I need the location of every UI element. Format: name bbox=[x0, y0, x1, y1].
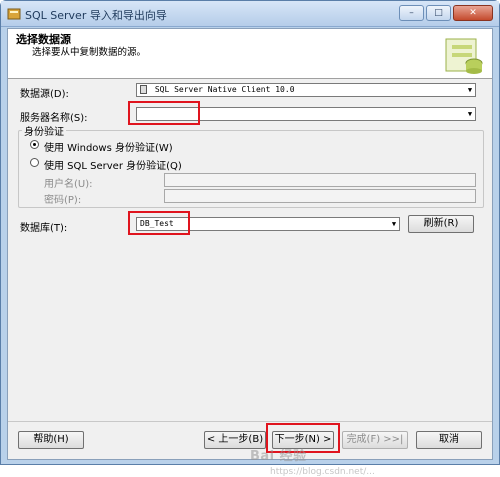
title-bar: SQL Server 导入和导出向导 – □ ✕ bbox=[1, 1, 499, 27]
database-value: DB_Test bbox=[140, 219, 174, 228]
datasource-icon bbox=[140, 85, 147, 94]
refresh-button[interactable]: 刷新(R) bbox=[408, 215, 474, 233]
auth-windows-radio[interactable] bbox=[30, 140, 39, 149]
username-input[interactable] bbox=[164, 173, 476, 187]
page-header: 选择数据源 选择要从中复制数据的源。 bbox=[8, 29, 492, 79]
auth-windows-label[interactable]: 使用 Windows 身份验证(W) bbox=[44, 139, 173, 154]
server-name-input[interactable]: ▼ bbox=[136, 107, 476, 121]
password-input[interactable] bbox=[164, 189, 476, 203]
datasource-select[interactable]: SQL Server Native Client 10.0 ▼ bbox=[136, 83, 476, 97]
auth-group-label: 身份验证 bbox=[22, 123, 66, 138]
cancel-button[interactable]: 取消 bbox=[416, 431, 482, 449]
auth-sql-label[interactable]: 使用 SQL Server 身份验证(Q) bbox=[44, 157, 182, 172]
auth-sql-radio[interactable] bbox=[30, 158, 39, 167]
chevron-down-icon[interactable]: ▼ bbox=[389, 218, 399, 230]
wizard-window: SQL Server 导入和导出向导 – □ ✕ 选择数据源 选择要从中复制数据… bbox=[0, 0, 500, 477]
watermark-url: https://blog.csdn.net/... bbox=[270, 467, 375, 477]
server-name-label: 服务器名称(S): bbox=[20, 113, 88, 124]
footer-divider bbox=[8, 421, 492, 422]
database-select[interactable]: DB_Test ▼ bbox=[136, 217, 400, 231]
chevron-down-icon[interactable]: ▼ bbox=[465, 84, 475, 96]
maximize-button[interactable]: □ bbox=[426, 5, 451, 21]
datasource-value: SQL Server Native Client 10.0 bbox=[154, 85, 295, 94]
username-label: 用户名(U): bbox=[44, 179, 93, 190]
watermark-brand: Bai 经验 bbox=[250, 449, 307, 464]
datasource-label: 数据源(D): bbox=[20, 89, 69, 100]
wizard-body: 选择数据源 选择要从中复制数据的源。 数据源(D): SQL Server Na… bbox=[7, 28, 493, 477]
window-title: SQL Server 导入和导出向导 bbox=[25, 9, 167, 22]
database-label: 数据库(T): bbox=[20, 223, 68, 234]
sql-server-icon bbox=[7, 8, 21, 20]
minimize-button[interactable]: – bbox=[399, 5, 424, 21]
data-source-icon bbox=[445, 38, 483, 74]
close-button[interactable]: ✕ bbox=[453, 5, 493, 21]
help-button[interactable]: 帮助(H) bbox=[18, 431, 84, 449]
finish-button[interactable]: 完成(F) >>| bbox=[342, 431, 408, 449]
chevron-down-icon[interactable]: ▼ bbox=[465, 108, 475, 120]
page-subtitle: 选择要从中复制数据的源。 bbox=[32, 47, 147, 58]
password-label: 密码(P): bbox=[44, 195, 82, 206]
